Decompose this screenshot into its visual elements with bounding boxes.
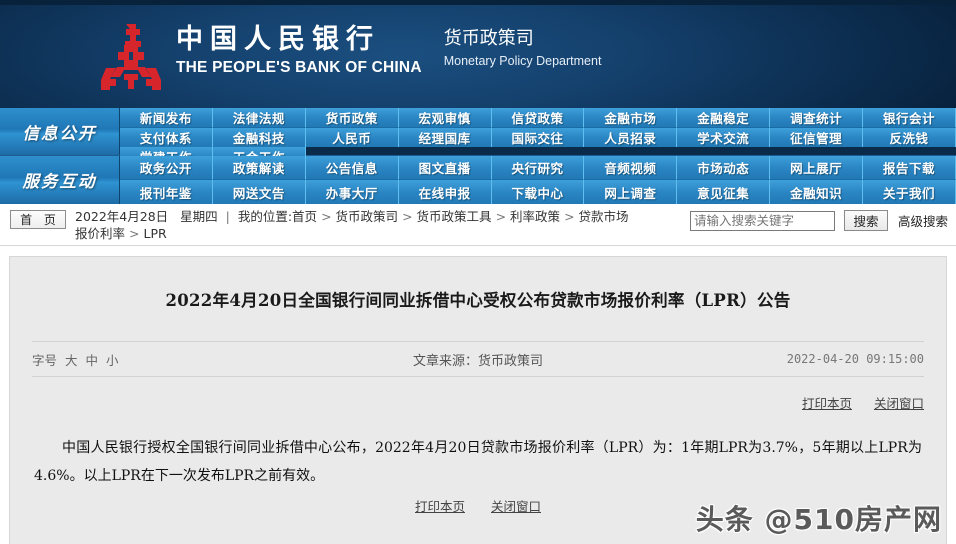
breadcrumb-separator: >	[129, 226, 140, 241]
font-size-large[interactable]: 大	[65, 353, 78, 368]
breadcrumb-separator: >	[321, 209, 332, 224]
nav-item-1-10[interactable]: 支付体系	[120, 128, 213, 147]
nav-item-1-13[interactable]: 经理国库	[398, 128, 492, 147]
nav-item-2-11[interactable]: 网送文告	[212, 180, 306, 204]
nav-item-2-1[interactable]: 政务公开	[120, 156, 213, 180]
nav-item-1-14[interactable]: 国际交往	[491, 128, 585, 147]
print-page-link[interactable]: 打印本页	[802, 393, 852, 412]
breadcrumb-separator: >	[402, 209, 413, 224]
nav-item-2-8[interactable]: 网上展厅	[770, 156, 864, 180]
nav-items-services: 政务公开 政策解读 公告信息 图文直播 央行研究 音频视频 市场动态 网上展厅 报告下载报刊年鉴…	[120, 156, 956, 204]
nav-item-1-9[interactable]: 银行会计	[863, 108, 956, 128]
article-timestamp: 2022-04-20 09:15:00	[786, 352, 924, 366]
article-body: 中国人民银行授权全国银行间同业拆借中心公布，2022年4月20日贷款市场报价利率…	[34, 440, 922, 484]
nav-item-1-4[interactable]: 宏观审慎	[398, 108, 492, 128]
close-window-link-bottom[interactable]: 关闭窗口	[491, 496, 541, 515]
breadcrumb-item-2[interactable]: 货币政策司	[336, 209, 399, 224]
nav-item-1-1[interactable]: 新闻发布	[120, 108, 213, 128]
article-card: 2022年4月20日全国银行间同业拆借中心受权公布贷款市场报价利率（LPR）公告…	[9, 256, 947, 544]
search-input[interactable]	[689, 210, 835, 231]
nav-group-services: 服务互动 政务公开 政策解读 公告信息 图文直播 央行研究 音频视频 市场动态 网上展厅 报告下…	[0, 156, 956, 204]
nav-item-1-6[interactable]: 金融市场	[584, 108, 678, 128]
nav-item-1-8[interactable]: 调查统计	[770, 108, 864, 128]
nav-item-1-3[interactable]: 货币政策	[305, 108, 399, 128]
nav-item-1-16[interactable]: 学术交流	[677, 128, 771, 147]
department-identity: 货币政策司 Monetary Policy Department	[444, 22, 602, 70]
position-label: 我的位置:	[237, 209, 293, 224]
nav-group-information: 信息公开 新闻发布 法律法规 货币政策 宏观审慎 信贷政策 金融市场 金融稳定 调查统计 银行会…	[0, 108, 956, 166]
article-tools-top: 打印本页 关闭窗口	[32, 393, 924, 412]
nav-items-information: 新闻发布 法律法规 货币政策 宏观审慎 信贷政策 金融市场 金融稳定 调查统计 银行会计支付体系…	[120, 108, 956, 166]
page-root: 中国人民银行 THE PEOPLE'S BANK OF CHINA 货币政策司 …	[0, 0, 956, 544]
nav-item-2-12[interactable]: 办事大厅	[305, 180, 399, 204]
current-date: 2022年4月28日	[75, 209, 169, 224]
nav-item-2-10[interactable]: 报刊年鉴	[120, 180, 213, 204]
font-size-small[interactable]: 小	[106, 353, 119, 368]
nav-group-label-services[interactable]: 服务互动	[0, 156, 120, 204]
nav-item-1-18[interactable]: 反洗钱	[863, 128, 956, 147]
nav-item-2-18[interactable]: 关于我们	[863, 180, 956, 204]
department-name-cn: 货币政策司	[443, 28, 534, 49]
current-weekday: 星期四	[180, 209, 218, 224]
font-size-label: 字号	[32, 352, 58, 368]
nav-item-1-11[interactable]: 金融科技	[212, 128, 306, 147]
breadcrumb-item-6[interactable]: LPR	[144, 226, 167, 241]
nav-item-2-3[interactable]: 公告信息	[305, 156, 399, 180]
nav-item-2-17[interactable]: 金融知识	[770, 180, 864, 204]
nav-item-2-13[interactable]: 在线申报	[398, 180, 492, 204]
nav-item-2-4[interactable]: 图文直播	[398, 156, 492, 180]
print-page-link-bottom[interactable]: 打印本页	[415, 496, 465, 515]
nav-group-label-information[interactable]: 信息公开	[0, 108, 120, 155]
nav-item-1-12[interactable]: 人民币	[305, 128, 399, 147]
font-size-control: 字号大中小	[32, 350, 119, 369]
nav-item-2-7[interactable]: 市场动态	[677, 156, 771, 180]
nav-item-1-17[interactable]: 征信管理	[770, 128, 864, 147]
bank-identity: 中国人民银行 THE PEOPLE'S BANK OF CHINA	[176, 22, 422, 78]
pbc-logo-icon	[100, 22, 162, 90]
nav-item-2-14[interactable]: 下载中心	[491, 180, 585, 204]
bank-name-en: THE PEOPLE'S BANK OF CHINA	[176, 59, 422, 76]
site-banner: 中国人民银行 THE PEOPLE'S BANK OF CHINA 货币政策司 …	[0, 0, 956, 108]
close-window-link[interactable]: 关闭窗口	[874, 393, 924, 412]
article-title: 2022年4月20日全国银行间同业拆借中心受权公布贷款市场报价利率（LPR）公告	[165, 291, 791, 310]
search-button[interactable]: 搜索	[843, 210, 888, 231]
nav-item-1-5[interactable]: 信贷政策	[491, 108, 585, 128]
nav-item-1-15[interactable]: 人员招录	[584, 128, 678, 147]
breadcrumb-separator: >	[495, 209, 507, 224]
department-name-en: Monetary Policy Department	[443, 54, 602, 68]
breadcrumb-item-1[interactable]: 首页	[292, 209, 317, 224]
font-size-medium[interactable]: 中	[86, 353, 99, 368]
nav-item-2-16[interactable]: 意见征集	[677, 180, 771, 204]
main-navigation: 信息公开 新闻发布 法律法规 货币政策 宏观审慎 信贷政策 金融市场 金融稳定 调查统计 银行会…	[0, 108, 956, 204]
site-search: 搜索 高级搜索	[689, 210, 948, 231]
breadcrumb-divider: |	[225, 209, 230, 224]
article-meta: 字号大中小 文章来源：货币政策司 2022-04-20 09:15:00	[32, 341, 924, 377]
nav-item-1-2[interactable]: 法律法规	[212, 108, 306, 128]
nav-item-2-2[interactable]: 政策解读	[212, 156, 306, 180]
breadcrumb-bar: 首 页 2022年4月28日 星期四 | 我的位置:首页 > 货币政策司 > 货币政策工…	[0, 204, 956, 246]
breadcrumb: 2022年4月28日 星期四 | 我的位置:首页 > 货币政策司 > 货币政策工具 > 利率…	[75, 208, 635, 242]
content-area: 2022年4月20日全国银行间同业拆借中心受权公布贷款市场报价利率（LPR）公告…	[0, 246, 956, 544]
nav-item-2-9[interactable]: 报告下载	[863, 156, 956, 180]
article-tools-bottom: 打印本页 关闭窗口	[10, 496, 946, 515]
bank-name-cn: 中国人民银行	[176, 24, 380, 55]
home-button[interactable]: 首 页	[10, 210, 66, 229]
nav-item-2-6[interactable]: 音频视频	[584, 156, 678, 180]
breadcrumb-separator: >	[564, 209, 575, 224]
advanced-search-link[interactable]: 高级搜索	[898, 211, 948, 230]
nav-item-1-7[interactable]: 金融稳定	[677, 108, 771, 128]
breadcrumb-item-4[interactable]: 利率政策	[510, 209, 560, 224]
nav-item-2-5[interactable]: 央行研究	[491, 156, 585, 180]
breadcrumb-item-3[interactable]: 货币政策工具	[417, 209, 492, 224]
nav-item-2-15[interactable]: 网上调查	[584, 180, 678, 204]
